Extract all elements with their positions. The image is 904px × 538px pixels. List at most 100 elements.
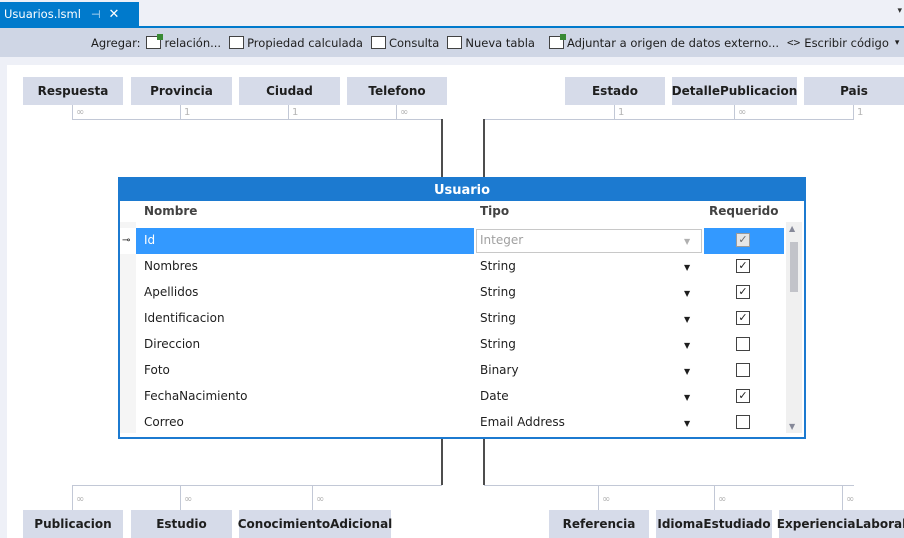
property-row[interactable]: Nombres String ▼ ✓ [120,254,784,280]
property-type[interactable]: String [480,311,516,325]
entity-title[interactable]: Usuario [120,179,804,201]
property-row[interactable]: Foto Binary ▼ [120,358,784,384]
property-type[interactable]: Date [480,389,509,403]
vertical-scrollbar[interactable]: ▲ ▼ [786,222,802,433]
multiplicity-label: 1 [184,107,191,118]
multiplicity-label: ∞ [76,107,85,118]
relation-line [180,485,181,512]
chevron-down-icon[interactable]: ▼ [684,341,690,350]
relation-bus [72,485,442,486]
property-name[interactable]: Apellidos [144,285,198,299]
scrollbar-thumb[interactable] [790,242,798,292]
property-row[interactable]: Direccion String ▼ [120,332,784,358]
required-checkbox[interactable]: ✓ [736,389,750,403]
chevron-down-icon[interactable]: ▾ [895,38,900,48]
column-header-required[interactable]: Requerido [709,204,779,218]
required-checkbox[interactable]: ✓ [736,285,750,299]
property-type[interactable]: Binary [480,363,519,377]
relation-line [734,105,735,119]
add-computed-property-button[interactable]: Propiedad calculada [229,36,363,50]
relation-line [714,485,715,512]
tab-usuarios-lsml[interactable]: Usuarios.lsml ⊣ ✕ [0,2,139,26]
property-type[interactable]: Email Address [480,415,565,429]
relation-line [396,105,397,119]
new-table-button[interactable]: Nueva tabla [447,36,535,50]
relation-line [288,105,289,119]
entity-telefono[interactable]: Telefono [347,77,447,105]
entity-estudio[interactable]: Estudio [131,510,232,538]
scroll-up-icon[interactable]: ▲ [789,224,795,233]
required-checkbox[interactable] [736,337,750,351]
relation-line [180,105,181,119]
relation-icon [146,34,164,49]
entity-experiencialaboral[interactable]: ExperienciaLaboral [777,510,904,538]
property-row[interactable]: ⊸ Id Integer ▼ ✓ [120,228,784,254]
property-type: Integer [480,233,524,247]
entity-idiomaestudiado[interactable]: IdiomaEstudiado [656,510,772,538]
entity-detallepublicacion[interactable]: DetallePublicacion [672,77,797,105]
entity-respuesta[interactable]: Respuesta [23,77,123,105]
entity-pais[interactable]: Pais [804,77,904,105]
column-header-name[interactable]: Nombre [144,204,197,218]
property-type[interactable]: String [480,337,516,351]
chevron-down-icon[interactable]: ▼ [684,289,690,298]
property-row[interactable]: Identificacion String ▼ ✓ [120,306,784,332]
property-name[interactable]: Direccion [144,337,200,351]
document-tab-strip: Usuarios.lsml ⊣ ✕ ▾ [0,0,904,26]
multiplicity-label: ∞ [316,494,325,505]
query-icon [370,36,386,49]
property-name[interactable]: Nombres [144,259,198,273]
entity-ciudad[interactable]: Ciudad [239,77,340,105]
relation-line [312,485,313,512]
entity-estado[interactable]: Estado [565,77,665,105]
write-code-button[interactable]: <> Escribir código ▾ [787,36,899,50]
required-checkbox[interactable]: ✓ [736,259,750,273]
property-name[interactable]: FechaNacimiento [144,389,248,403]
chevron-down-icon[interactable]: ▼ [684,315,690,324]
required-checkbox[interactable] [736,363,750,377]
relation-connector [441,119,443,177]
relation-bus [484,119,854,120]
property-row[interactable]: FechaNacimiento Date ▼ ✓ [120,384,784,410]
chevron-down-icon[interactable]: ▼ [684,367,690,376]
property-name[interactable]: Correo [144,415,184,429]
pin-icon[interactable]: ⊣ [91,8,101,21]
required-checkbox[interactable] [736,415,750,429]
close-icon[interactable]: ✕ [109,7,120,22]
tab-title: Usuarios.lsml [4,7,81,21]
property-type[interactable]: String [480,285,516,299]
chevron-down-icon: ▼ [684,237,691,246]
relation-line [598,485,599,512]
selected-name-cell[interactable] [136,228,474,254]
column-header-type[interactable]: Tipo [480,204,509,218]
add-relation-button[interactable]: relación... [146,34,221,50]
attach-external-data-button[interactable]: Adjuntar a origen de datos externo... [548,34,779,50]
relation-line [614,105,615,119]
entity-usuario-panel[interactable]: Usuario Nombre Tipo Requerido ⊸ Id Integ… [118,177,806,439]
property-row[interactable]: Correo Email Address ▼ [120,410,784,436]
properties-grid-header: Nombre Tipo Requerido [120,201,804,221]
property-name[interactable]: Identificacion [144,311,225,325]
designer-toolbar: Agregar: relación... Propiedad calculada… [0,26,904,57]
required-checkbox[interactable]: ✓ [736,311,750,325]
required-checkbox[interactable]: ✓ [736,233,750,247]
property-name[interactable]: Id [144,233,155,247]
entity-conocimientoadicional[interactable]: ConocimientoAdicional [238,510,392,538]
entity-referencia[interactable]: Referencia [549,510,649,538]
add-query-button[interactable]: Consulta [370,36,439,50]
scroll-down-icon[interactable]: ▼ [789,422,795,431]
chevron-down-icon[interactable]: ▼ [684,263,690,272]
property-name[interactable]: Foto [144,363,170,377]
entity-provincia[interactable]: Provincia [131,77,232,105]
tab-overflow-icon[interactable]: ▾ [897,6,902,16]
chevron-down-icon[interactable]: ▼ [684,393,690,402]
table-icon [447,36,463,49]
relation-bus [484,485,854,486]
chevron-down-icon[interactable]: ▼ [684,419,690,428]
relation-line [72,485,73,512]
multiplicity-label: 1 [618,107,625,118]
multiplicity-label: ∞ [718,494,727,505]
property-row[interactable]: Apellidos String ▼ ✓ [120,280,784,306]
entity-publicacion[interactable]: Publicacion [23,510,123,538]
property-type[interactable]: String [480,259,516,273]
